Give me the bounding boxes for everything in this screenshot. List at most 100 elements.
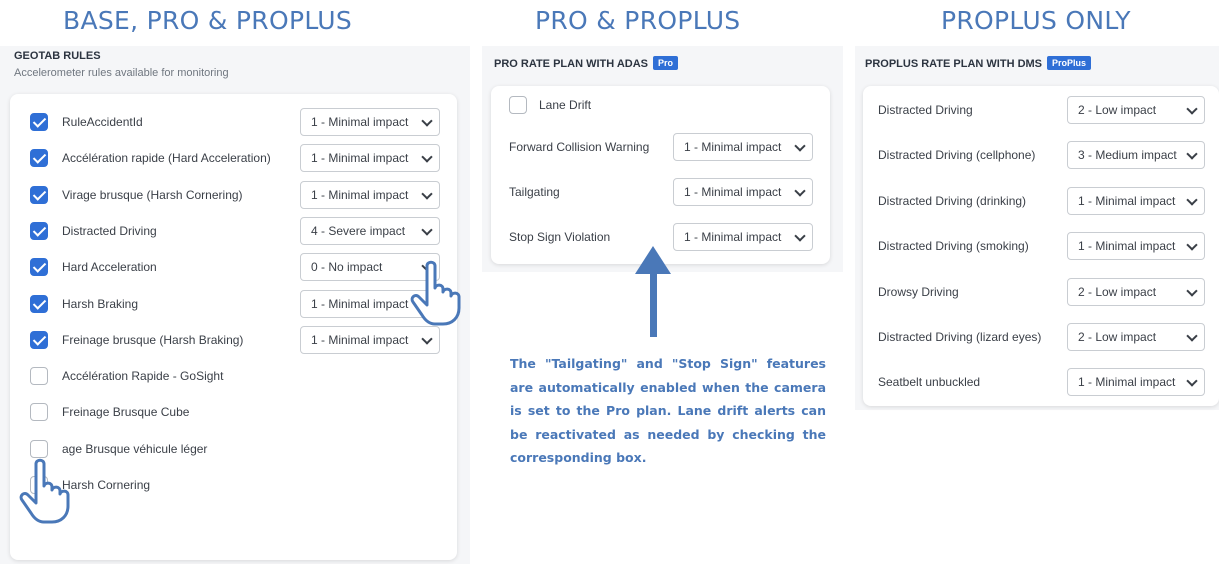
impact-select-value: 1 - Minimal impact (311, 296, 409, 311)
impact-select[interactable]: 1 - Minimal impact (1067, 186, 1205, 215)
chevron-down-icon (1186, 148, 1198, 161)
impact-select[interactable]: 2 - Low impact (1067, 323, 1205, 351)
impact-select[interactable]: 1 - Minimal impact (300, 108, 440, 136)
dms-rule-row: Distracted Driving (drinking) 1 - Minimal… (863, 186, 1219, 216)
geotab-subtitle: Accelerometer rules available for monito… (14, 67, 229, 79)
explanation-note: The "Tailgating" and "Stop Sign" feature… (510, 356, 826, 465)
rule-checkbox[interactable] (30, 439, 48, 458)
impact-select[interactable]: 1 - Minimal impact (673, 223, 813, 251)
rule-checkbox[interactable] (30, 185, 48, 204)
impact-select[interactable]: 1 - Minimal impact (1067, 232, 1205, 261)
chevron-down-icon (421, 224, 433, 236)
proplus-badge: ProPlus (1047, 56, 1092, 70)
adas-rule-row: Tailgating 1 - Minimal impact (491, 177, 830, 207)
impact-select-value: 1 - Minimal impact (311, 115, 409, 129)
dms-rule-row: Distracted Driving (cellphone) 3 - Medium… (863, 140, 1219, 170)
rule-label: RuleAccidentId (62, 115, 143, 129)
rule-label: Freinage Brusque Cube (62, 405, 190, 420)
dms-title-row: PROPLUS RATE PLAN WITH DMS ProPlus (865, 56, 1092, 70)
impact-select[interactable]: 1 - Minimal impact (300, 325, 440, 354)
impact-select[interactable]: 1 - Minimal impact (673, 133, 813, 161)
chevron-down-icon (1186, 284, 1198, 297)
dms-rule-row: Distracted Driving (smoking) 1 - Minimal … (863, 231, 1219, 261)
adas-title-row: PRO RATE PLAN WITH ADAS Pro (494, 56, 679, 70)
impact-select-value: 1 - Minimal impact (311, 187, 409, 202)
rule-label: Harsh Braking (62, 296, 139, 311)
chevron-down-icon (1186, 375, 1198, 388)
impact-select-value: 2 - Low impact (1078, 284, 1157, 299)
rule-label: Seatbelt unbuckled (878, 375, 981, 390)
adas-title: PRO RATE PLAN WITH ADAS (494, 58, 648, 70)
impact-select[interactable]: 2 - Low impact (1067, 96, 1205, 124)
dms-panel: PROPLUS RATE PLAN WITH DMS ProPlus Distra… (855, 46, 1219, 410)
impact-select[interactable]: 4 - Severe impact (300, 216, 440, 245)
impact-select[interactable]: 1 - Minimal impact (1067, 368, 1205, 397)
impact-select[interactable]: 1 - Minimal impact (300, 180, 440, 209)
rule-checkbox[interactable] (30, 149, 48, 168)
impact-select-value: 1 - Minimal impact (311, 332, 409, 347)
geotab-rule-row: Accélération rapide (Hard Acceleration) 1… (10, 143, 457, 173)
rule-label: Distracted Driving (smoking) (878, 239, 1029, 254)
impact-select[interactable]: 1 - Minimal impact (673, 178, 813, 206)
header-base-pro-proplus: BASE, PRO & PROPLUS (63, 6, 353, 35)
rule-label: Freinage brusque (Harsh Braking) (62, 332, 244, 347)
geotab-rule-row: Virage brusque (Harsh Cornering) 1 - Mini… (10, 180, 457, 210)
rule-checkbox[interactable] (30, 367, 48, 386)
rule-label: Distracted Driving (cellphone) (878, 148, 1036, 163)
impact-select[interactable]: 3 - Medium impact (1067, 141, 1205, 170)
header-proplus-only: PROPLUS ONLY (941, 6, 1131, 35)
rule-label: Virage brusque (Harsh Cornering) (62, 187, 243, 202)
adas-rules-card: Lane Drift Forward Collision Warning 1 - M… (491, 86, 830, 264)
impact-select[interactable]: 1 - Minimal impact (300, 144, 440, 173)
geotab-rule-row: Freinage Brusque Cube (10, 397, 457, 427)
geotab-rule-row: RuleAccidentId 1 - Minimal impact (10, 107, 457, 137)
rule-checkbox[interactable] (30, 294, 48, 313)
impact-select-value: 1 - Minimal impact (684, 140, 782, 154)
lane-drift-row: Lane Drift (491, 90, 830, 120)
dms-rule-row: Distracted Driving 2 - Low impact (863, 95, 1219, 125)
pointing-hand-icon (19, 458, 70, 524)
geotab-rule-row: Accélération Rapide - GoSight (10, 361, 457, 391)
rule-label: age Brusque véhicule léger (62, 441, 208, 456)
geotab-rule-row: Distracted Driving 4 - Severe impact (10, 216, 457, 246)
dms-rule-row: Drowsy Driving 2 - Low impact (863, 277, 1219, 307)
rule-checkbox[interactable] (30, 113, 48, 131)
rule-checkbox[interactable] (30, 403, 48, 422)
rule-label: Distracted Driving (878, 103, 973, 117)
chevron-down-icon (1186, 239, 1198, 251)
chevron-down-icon (421, 151, 433, 163)
pointing-hand-icon (410, 260, 461, 326)
impact-select-value: 4 - Severe impact (311, 223, 406, 238)
chevron-down-icon (1186, 103, 1198, 115)
impact-select-value: 1 - Minimal impact (1078, 375, 1176, 390)
rule-label: Drowsy Driving (878, 284, 959, 299)
dms-rule-row: Seatbelt unbuckled 1 - Minimal impact (863, 367, 1219, 397)
impact-select[interactable]: 2 - Low impact (1067, 277, 1205, 306)
pro-badge: Pro (653, 56, 679, 70)
chevron-down-icon (421, 115, 433, 127)
impact-select-value: 1 - Minimal impact (1078, 239, 1176, 254)
geotab-rule-row: Freinage brusque (Harsh Braking) 1 - Mini… (10, 325, 457, 355)
impact-select-value: 0 - No impact (311, 260, 383, 275)
rule-label: Accélération Rapide - GoSight (62, 369, 224, 384)
header-pro-proplus: PRO & PROPLUS (535, 6, 741, 35)
chevron-down-icon (1186, 194, 1198, 206)
rule-label: Distracted Driving (lizard eyes) (878, 330, 1042, 344)
impact-select-value: 1 - Minimal impact (684, 185, 782, 199)
rule-label: Tailgating (509, 185, 560, 199)
adas-panel: PRO RATE PLAN WITH ADAS Pro Lane Drift For… (482, 46, 843, 272)
chevron-down-icon (1186, 330, 1198, 342)
rule-label: Distracted Driving (drinking) (878, 193, 1027, 208)
dms-rule-row: Distracted Driving (lizard eyes) 2 - Low … (863, 322, 1219, 352)
rule-label: Forward Collision Warning (509, 140, 650, 154)
impact-select-value: 2 - Low impact (1078, 103, 1157, 117)
rule-checkbox[interactable] (30, 330, 48, 349)
rule-label: Accélération rapide (Hard Acceleration) (62, 151, 271, 166)
adas-rule-row: Forward Collision Warning 1 - Minimal imp… (491, 132, 830, 162)
rule-label: Distracted Driving (62, 223, 157, 238)
rule-checkbox[interactable] (30, 258, 48, 277)
geotab-rule-row: Harsh Braking 1 - Minimal impact (10, 289, 457, 319)
rule-checkbox[interactable] (30, 221, 48, 240)
chevron-down-icon (421, 187, 433, 200)
lane-drift-checkbox[interactable] (509, 96, 527, 114)
